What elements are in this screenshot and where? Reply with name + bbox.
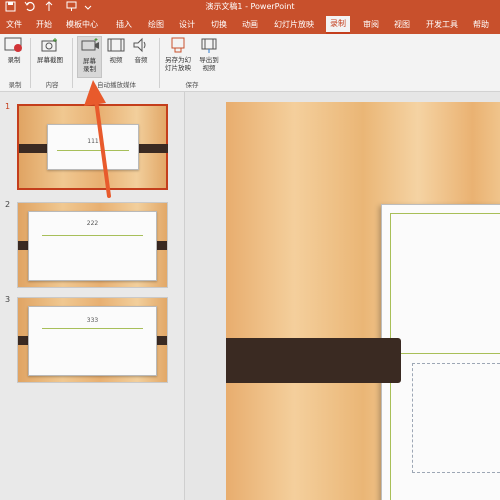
slide-thumbnail-1[interactable]: 111 <box>17 104 168 190</box>
screen-record-button[interactable]: 屏幕录制 <box>77 36 102 78</box>
thumbnail-text: 222 <box>86 220 99 227</box>
save-as-show-button[interactable]: 另存为幻灯片放映 <box>162 36 194 72</box>
thumbnail-divider <box>41 328 144 329</box>
window-title: 演示文稿1 - PowerPoint <box>205 2 295 11</box>
title-bar: 演示文稿1 - PowerPoint <box>0 0 500 16</box>
thumbnail-divider <box>41 235 144 236</box>
save-as-show-label: 另存为幻灯片放映 <box>165 56 191 72</box>
thumbnail-text: 333 <box>86 317 99 324</box>
slide-number: 1 <box>5 102 11 111</box>
slide-number: 3 <box>5 295 11 304</box>
slide-band[interactable] <box>226 338 401 383</box>
tab-file[interactable]: 文件 <box>2 16 26 34</box>
tab-design[interactable]: 设计 <box>175 16 199 34</box>
group-separator <box>72 38 73 88</box>
group-label-record: 录制 <box>8 81 22 89</box>
tab-record[interactable]: 录制 <box>326 16 350 34</box>
slide-number: 2 <box>5 200 11 209</box>
screen-record-icon <box>81 38 99 51</box>
tab-draw[interactable]: 绘图 <box>144 16 168 34</box>
tab-animation[interactable]: 动画 <box>238 16 262 34</box>
ribbon: 录制 录制 屏幕截图 内容 屏幕录制 视频 音频 自动播放媒体 另存为幻灯片放映 <box>0 34 500 92</box>
audio-button[interactable]: 音频 <box>130 36 152 64</box>
save-as-show-icon <box>171 37 185 53</box>
menu-bar: 文件 开始 模板中心 插入 绘图 设计 切换 动画 幻灯片放映 录制 审阅 视图… <box>0 16 500 34</box>
tab-transition[interactable]: 切换 <box>207 16 231 34</box>
screenshot-label: 屏幕截图 <box>37 56 63 64</box>
video-icon <box>107 38 125 52</box>
screenshot-button[interactable]: 屏幕截图 <box>34 36 66 64</box>
content-placeholder[interactable] <box>412 363 500 473</box>
thumbnail-text: 111 <box>87 138 99 145</box>
tab-developer[interactable]: 开发工具 <box>422 16 462 34</box>
slide-canvas[interactable] <box>226 102 500 500</box>
slide-thumbnail-2[interactable]: 222 <box>17 202 168 288</box>
record-button[interactable]: 录制 <box>3 36 25 64</box>
video-button[interactable]: 视频 <box>106 36 126 64</box>
tab-slideshow[interactable]: 幻灯片放映 <box>270 16 318 34</box>
thumbnail-card: 222 <box>28 211 157 281</box>
speaker-icon <box>133 37 146 53</box>
group-label-content: 内容 <box>45 81 59 89</box>
export-video-label: 导出到视频 <box>199 56 219 72</box>
tab-review[interactable]: 审阅 <box>359 16 383 34</box>
camera-icon <box>41 38 57 52</box>
video-label: 视频 <box>109 56 123 64</box>
slide-editor <box>186 92 500 500</box>
group-label-auto-media: 自动播放媒体 <box>97 81 136 89</box>
thumbnail-divider <box>57 150 129 151</box>
tab-insert[interactable]: 插入 <box>112 16 136 34</box>
slide-thumbnail-3[interactable]: 333 <box>17 297 168 383</box>
export-video-icon <box>201 38 217 53</box>
thumbnail-card: 333 <box>28 306 157 376</box>
record-icon <box>4 37 22 52</box>
card-divider <box>390 353 500 354</box>
screen-record-label: 屏幕录制 <box>83 57 96 73</box>
group-separator <box>30 38 31 88</box>
audio-label: 音频 <box>134 56 148 64</box>
tab-view[interactable]: 视图 <box>390 16 414 34</box>
record-label: 录制 <box>7 56 21 64</box>
export-video-button[interactable]: 导出到视频 <box>196 36 222 72</box>
group-label-save: 保存 <box>185 81 199 89</box>
group-separator <box>159 38 160 88</box>
tab-home[interactable]: 开始 <box>32 16 56 34</box>
thumbnail-card: 111 <box>47 124 139 170</box>
tab-help[interactable]: 帮助 <box>469 16 493 34</box>
tab-template[interactable]: 模板中心 <box>62 16 102 34</box>
slide-thumbnail-pane: 1 111 2 222 3 333 <box>0 92 185 500</box>
